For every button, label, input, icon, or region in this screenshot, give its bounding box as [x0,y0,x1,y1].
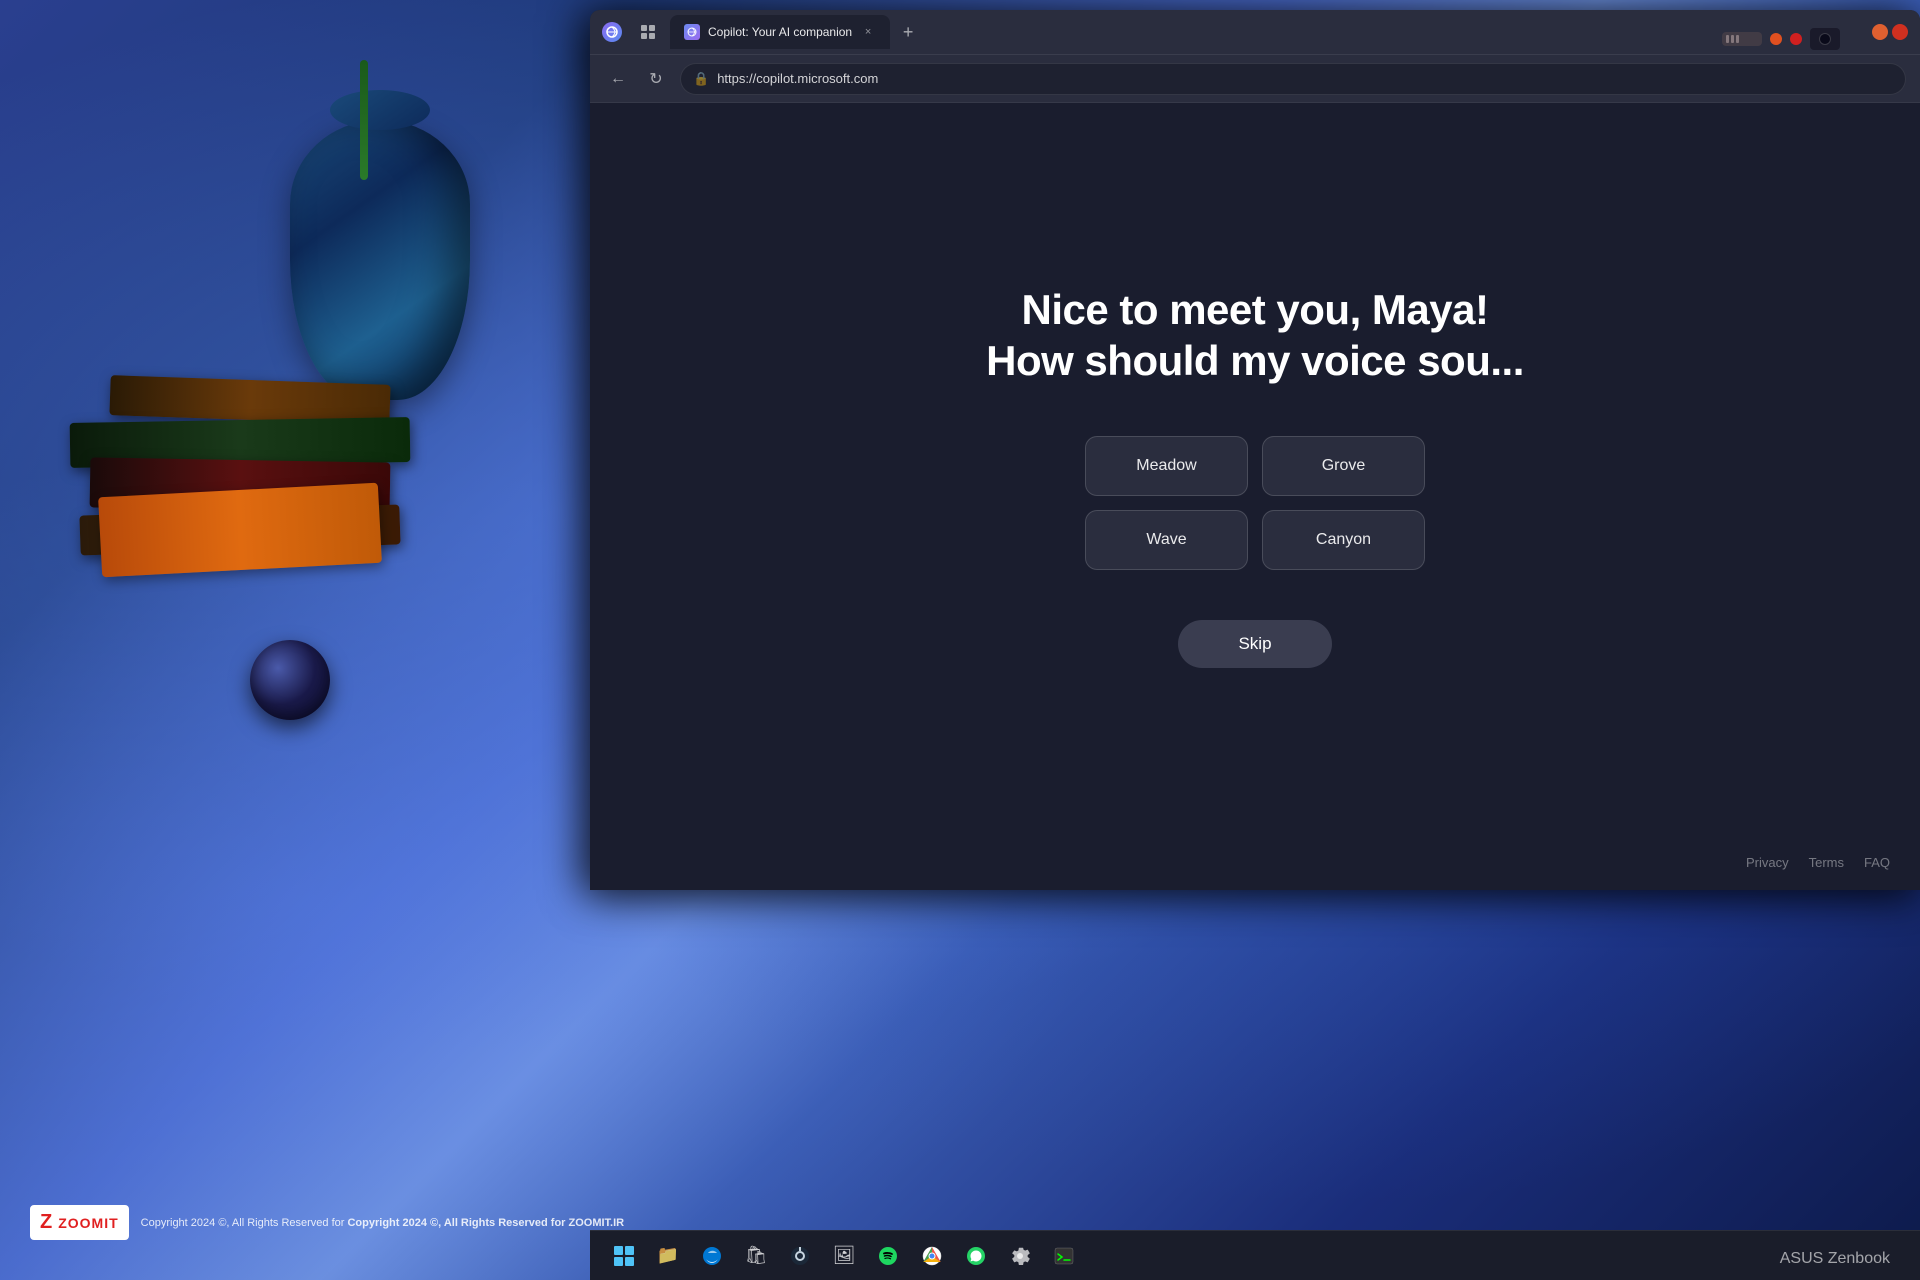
webcam [1810,28,1840,50]
copilot-main-content: Nice to meet you, Maya! How should my vo… [986,285,1524,668]
minimize-button[interactable] [1872,24,1888,40]
whatsapp-icon[interactable] [958,1238,994,1274]
refresh-button[interactable]: ↻ [642,65,670,93]
orange-decoration [98,483,382,578]
faq-link[interactable]: FAQ [1864,855,1890,870]
marble-ball [250,640,330,720]
windows-start-icon[interactable] [606,1238,642,1274]
desk-scene [0,0,600,900]
greeting-line-2: How should my voice sou... [986,336,1524,386]
taskbar: 📁 🛍 🖼 [590,1230,1920,1280]
spotify-icon[interactable] [870,1238,906,1274]
voice-meadow-button[interactable]: Meadow [1085,436,1248,496]
browser-tabs-area: Copilot: Your AI companion × + [670,15,1864,49]
extensions-icon[interactable] [634,18,662,46]
new-tab-button[interactable]: + [894,18,922,46]
file-explorer-icon[interactable]: 📁 [650,1238,686,1274]
footer-links: Privacy Terms FAQ [1746,855,1890,870]
greeting-line-1: Nice to meet you, Maya! [986,285,1524,335]
plant-stem [360,60,368,180]
privacy-link[interactable]: Privacy [1746,855,1789,870]
camera-indicators [1722,28,1840,50]
browser-window: Copilot: Your AI companion × + ← ↻ 🔒 htt… [590,10,1920,890]
watermark: Z ZOOMIT Copyright 2024 ©, All Rights Re… [30,1205,624,1240]
settings-icon[interactable] [1002,1238,1038,1274]
window-controls [1872,24,1908,40]
back-button[interactable]: ← [604,65,632,93]
copyright-text: Copyright 2024 ©, All Rights Reserved fo… [141,1217,624,1229]
webcam-lens [1819,33,1831,45]
active-tab[interactable]: Copilot: Your AI companion × [670,15,890,49]
terminal-icon[interactable] [1046,1238,1082,1274]
browser-titlebar: Copilot: Your AI companion × + [590,10,1920,55]
terms-link[interactable]: Terms [1809,855,1844,870]
voice-canyon-button[interactable]: Canyon [1262,510,1425,570]
voice-selection-grid: Meadow Grove Wave Canyon [1085,436,1425,570]
close-button[interactable] [1892,24,1908,40]
url-text: https://copilot.microsoft.com [717,71,878,86]
microsoft-store-icon[interactable]: 🛍 [738,1238,774,1274]
indicator-dot-red [1790,33,1802,45]
tab-title: Copilot: Your AI companion [708,25,852,39]
address-bar[interactable]: 🔒 https://copilot.microsoft.com [680,63,1906,95]
lock-icon: 🔒 [693,71,709,87]
tab-favicon [684,24,700,40]
vase-decoration [290,120,470,400]
edge-browser-icon[interactable] [694,1238,730,1274]
steam-icon[interactable] [782,1238,818,1274]
photos-icon[interactable]: 🖼 [826,1238,862,1274]
laptop-brand-label: ASUS Zenbook [1780,1250,1890,1280]
browser-content: Nice to meet you, Maya! How should my vo… [590,103,1920,890]
browser-app-icon [602,22,622,42]
zoomit-logo: Z ZOOMIT [30,1205,129,1240]
voice-grove-button[interactable]: Grove [1262,436,1425,496]
camera-indicator-bar [1722,32,1762,46]
browser-navbar: ← ↻ 🔒 https://copilot.microsoft.com [590,55,1920,103]
voice-wave-button[interactable]: Wave [1085,510,1248,570]
chrome-icon[interactable] [914,1238,950,1274]
tab-close-button[interactable]: × [860,24,876,40]
skip-button[interactable]: Skip [1178,620,1331,668]
greeting-section: Nice to meet you, Maya! How should my vo… [986,285,1524,386]
indicator-dot-orange [1770,33,1782,45]
